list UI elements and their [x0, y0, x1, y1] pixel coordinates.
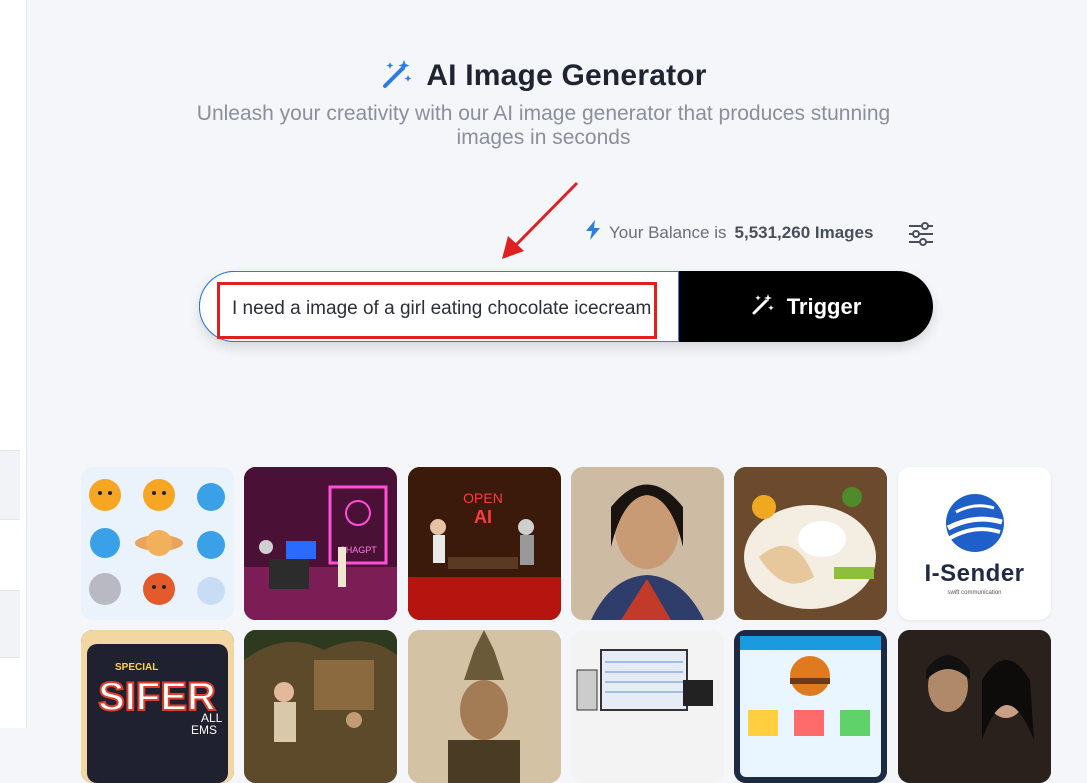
logo-name: I-Sender — [924, 559, 1025, 587]
page-title: AI Image Generator — [426, 59, 707, 92]
magic-wand-icon — [380, 57, 414, 96]
sliders-icon[interactable] — [906, 219, 936, 249]
gallery-image[interactable]: I-Sender swift communication — [898, 467, 1051, 620]
gallery-image[interactable]: OPEN AI — [408, 467, 561, 620]
svg-text:SPECIAL: SPECIAL — [115, 662, 158, 673]
svg-text:AI: AI — [474, 507, 492, 527]
logo-tagline: swift communication — [947, 589, 1002, 596]
annotation-highlight-box — [217, 282, 657, 339]
balance-amount: 5,531,260 Images — [734, 222, 874, 242]
gallery-image[interactable]: CHAGPT — [244, 467, 397, 620]
page-header: AI Image Generator Unleash your creativi… — [0, 56, 1087, 150]
sidebar-tab[interactable] — [0, 590, 20, 658]
gallery-image[interactable] — [898, 630, 1051, 783]
i-sender-logo-icon — [945, 493, 1004, 552]
svg-text:OPEN: OPEN — [463, 490, 503, 506]
svg-text:SIFER: SIFER — [98, 675, 216, 719]
gallery-image[interactable] — [571, 630, 724, 783]
gallery-image[interactable]: SPECIAL SIFER ALL EMS — [81, 630, 234, 783]
gallery-image[interactable] — [244, 630, 397, 783]
svg-text:EMS: EMS — [191, 723, 217, 737]
page-subtitle: Unleash your creativity with our AI imag… — [196, 102, 891, 149]
gallery-image[interactable] — [408, 630, 561, 783]
balance-display: Your Balance is 5,531,260 Images — [585, 220, 873, 245]
gallery-image[interactable] — [81, 467, 234, 620]
gallery-image[interactable] — [734, 630, 887, 783]
magic-wand-icon — [751, 292, 775, 322]
gallery-image[interactable] — [734, 467, 887, 620]
gallery-image[interactable] — [571, 467, 724, 620]
trigger-label: Trigger — [786, 293, 862, 319]
sidebar-tab[interactable] — [0, 450, 20, 520]
balance-prefix: Your Balance is — [609, 222, 727, 242]
trigger-button[interactable]: Trigger — [679, 271, 933, 342]
lightning-icon — [585, 220, 601, 245]
